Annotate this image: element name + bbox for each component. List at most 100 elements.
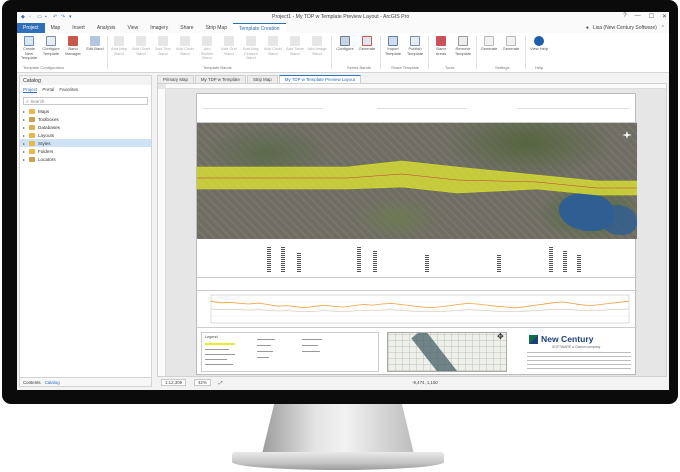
- configure-button[interactable]: Configure: [335, 36, 355, 52]
- add-table-band-button[interactable]: Add Table Band: [285, 36, 305, 56]
- overview-inset-map[interactable]: [387, 332, 507, 372]
- customize-icon[interactable]: ▾: [69, 15, 74, 20]
- add-chart-band-3-button[interactable]: Add Chart Band: [263, 36, 283, 56]
- chevron-right-icon: ▸: [23, 148, 26, 154]
- add-grid-band-button[interactable]: Add Grid Band: [219, 36, 239, 56]
- fit-page-icon[interactable]: ⤢: [219, 380, 223, 385]
- legend-entry: [205, 364, 233, 365]
- station-band-icon: [202, 36, 212, 46]
- catalog-item-maps[interactable]: ▸ Maps: [20, 107, 151, 115]
- locator-icon: [29, 156, 35, 162]
- tab-contents[interactable]: Contents: [23, 380, 41, 385]
- tab-project[interactable]: Project: [17, 23, 45, 33]
- publish-template-button[interactable]: Publish Template: [405, 36, 425, 56]
- header-rule: [203, 108, 323, 109]
- generate-settings-2-button[interactable]: Generate: [501, 36, 521, 52]
- view-tab-my-tdp-template[interactable]: My TDP w Template: [194, 75, 246, 83]
- tab-imagery[interactable]: Imagery: [144, 23, 174, 33]
- vertical-ruler: [158, 89, 166, 376]
- view-tab-primary-map[interactable]: Primary Map: [157, 75, 194, 83]
- add-text-band-button[interactable]: Add Text Band: [153, 36, 173, 56]
- zoom-selector[interactable]: 42%: [194, 379, 211, 386]
- add-map-band-button[interactable]: Add Map Band: [109, 36, 129, 56]
- title-block-band: Legend ✥ New Century SOFTWARE a Clarion …: [197, 328, 637, 376]
- group-label-tools: Tools: [445, 65, 455, 70]
- group-separator: [428, 36, 429, 69]
- edit-band-button[interactable]: Edit Band: [85, 36, 105, 52]
- band-manager-button[interactable]: Band Manager: [63, 36, 83, 56]
- help-icon[interactable]: ?: [623, 13, 626, 20]
- generate-settings-button[interactable]: Generate: [479, 36, 499, 52]
- close-icon[interactable]: ✕: [662, 13, 667, 20]
- remove-template-button[interactable]: Remove Template: [453, 36, 473, 56]
- legend-entry: [205, 354, 235, 355]
- catalog-item-toolboxes[interactable]: ▸ Toolboxes: [20, 115, 151, 123]
- add-image-band-button[interactable]: Add Image Band: [307, 36, 327, 56]
- tab-catalog[interactable]: Catalog: [45, 380, 60, 385]
- legend-entry: [257, 345, 271, 346]
- band-divider: [197, 277, 637, 278]
- view-help-button[interactable]: View Help: [529, 36, 549, 52]
- undo-icon[interactable]: ↶: [53, 15, 58, 20]
- scale-selector[interactable]: 1:12,309: [161, 379, 187, 386]
- redo-icon[interactable]: ↷: [61, 15, 66, 20]
- tab-template-creation[interactable]: Template Creation: [233, 23, 286, 33]
- catalog-item-databases[interactable]: ▸ Databases: [20, 123, 151, 131]
- catalog-tab-favorites[interactable]: Favorites: [59, 87, 78, 93]
- layout-view[interactable]: Legend ✥ New Century SOFTWARE a Clarion …: [157, 83, 667, 377]
- legend-entry: [257, 357, 269, 358]
- catalog-item-folders[interactable]: ▸ Folders: [20, 147, 151, 155]
- layout-page[interactable]: Legend ✥ New Century SOFTWARE a Clarion …: [196, 93, 637, 376]
- save-icon[interactable]: ▪: [45, 15, 50, 20]
- chevron-right-icon: ▸: [23, 108, 26, 114]
- import-template-button[interactable]: Import Template: [383, 36, 403, 56]
- catalog-tab-project[interactable]: Project: [23, 87, 38, 93]
- catalog-tabs: Project Portal Favorites: [20, 85, 151, 95]
- catalog-item-styles[interactable]: ▸ Styles: [20, 139, 151, 147]
- catalog-item-locators[interactable]: ▸ Locators: [20, 155, 151, 163]
- legend-entry: [205, 359, 227, 360]
- add-map-feature-band-button[interactable]: Add Map Feature Band: [241, 36, 261, 61]
- tab-view[interactable]: View: [121, 23, 144, 33]
- configure-template-button[interactable]: Configure Template: [41, 36, 61, 56]
- chart-band-icon: [136, 36, 146, 46]
- monitor-stand-neck: [262, 404, 414, 454]
- tab-analysis[interactable]: Analysis: [91, 23, 122, 33]
- station-label: [267, 247, 271, 273]
- band-areas-button[interactable]: Band Areas: [431, 36, 451, 56]
- logo-mark-icon: [529, 334, 538, 344]
- tab-insert[interactable]: Insert: [66, 23, 91, 33]
- station-label: [425, 255, 429, 273]
- maximize-icon[interactable]: ☐: [649, 13, 654, 20]
- search-icon: ⌕: [26, 98, 29, 104]
- ribbon-collapse-icon[interactable]: ⌃: [661, 25, 665, 31]
- view-tab-preview-layout[interactable]: My TDP w Template Preview Layout: [278, 75, 362, 83]
- tab-map[interactable]: Map: [45, 23, 67, 33]
- user-name[interactable]: Lisa (New Century Software): [593, 25, 657, 31]
- minimize-icon[interactable]: —: [635, 13, 641, 20]
- add-chart-band-button[interactable]: Add Chart Band: [131, 36, 151, 56]
- open-icon[interactable]: ▭: [37, 15, 42, 20]
- tab-share[interactable]: Share: [174, 23, 199, 33]
- new-project-icon[interactable]: ▫: [29, 15, 34, 20]
- catalog-search-input[interactable]: ⌕ Search: [23, 97, 148, 105]
- title-block-info: [527, 352, 631, 372]
- add-chart-band-2-button[interactable]: Add Chart Band: [175, 36, 195, 56]
- station-label: [373, 251, 377, 273]
- map-band-icon: [114, 36, 124, 46]
- catalog-pane-title: Catalog: [20, 76, 151, 85]
- generate-series-button[interactable]: Generate: [357, 36, 377, 52]
- catalog-tab-portal[interactable]: Portal: [42, 87, 54, 93]
- map-band-aerial[interactable]: [197, 123, 637, 239]
- view-tab-strip-map[interactable]: Strip Map: [246, 75, 278, 83]
- folder-icon: [29, 140, 35, 146]
- create-new-template-button[interactable]: Create New Template: [19, 36, 39, 61]
- add-station-band-button[interactable]: Add Station Band: [197, 36, 217, 61]
- station-label: [281, 247, 285, 273]
- database-icon: [29, 124, 35, 130]
- catalog-item-layouts[interactable]: ▸ Layouts: [20, 131, 151, 139]
- screen: ◆ ▫ ▭ ▪ ↶ ↷ ▾ Project1 - My TDP w Templa…: [17, 12, 669, 390]
- text-band-icon: [158, 36, 168, 46]
- user-avatar-icon[interactable]: ●: [586, 25, 589, 31]
- tab-strip-map[interactable]: Strip Map: [200, 23, 233, 33]
